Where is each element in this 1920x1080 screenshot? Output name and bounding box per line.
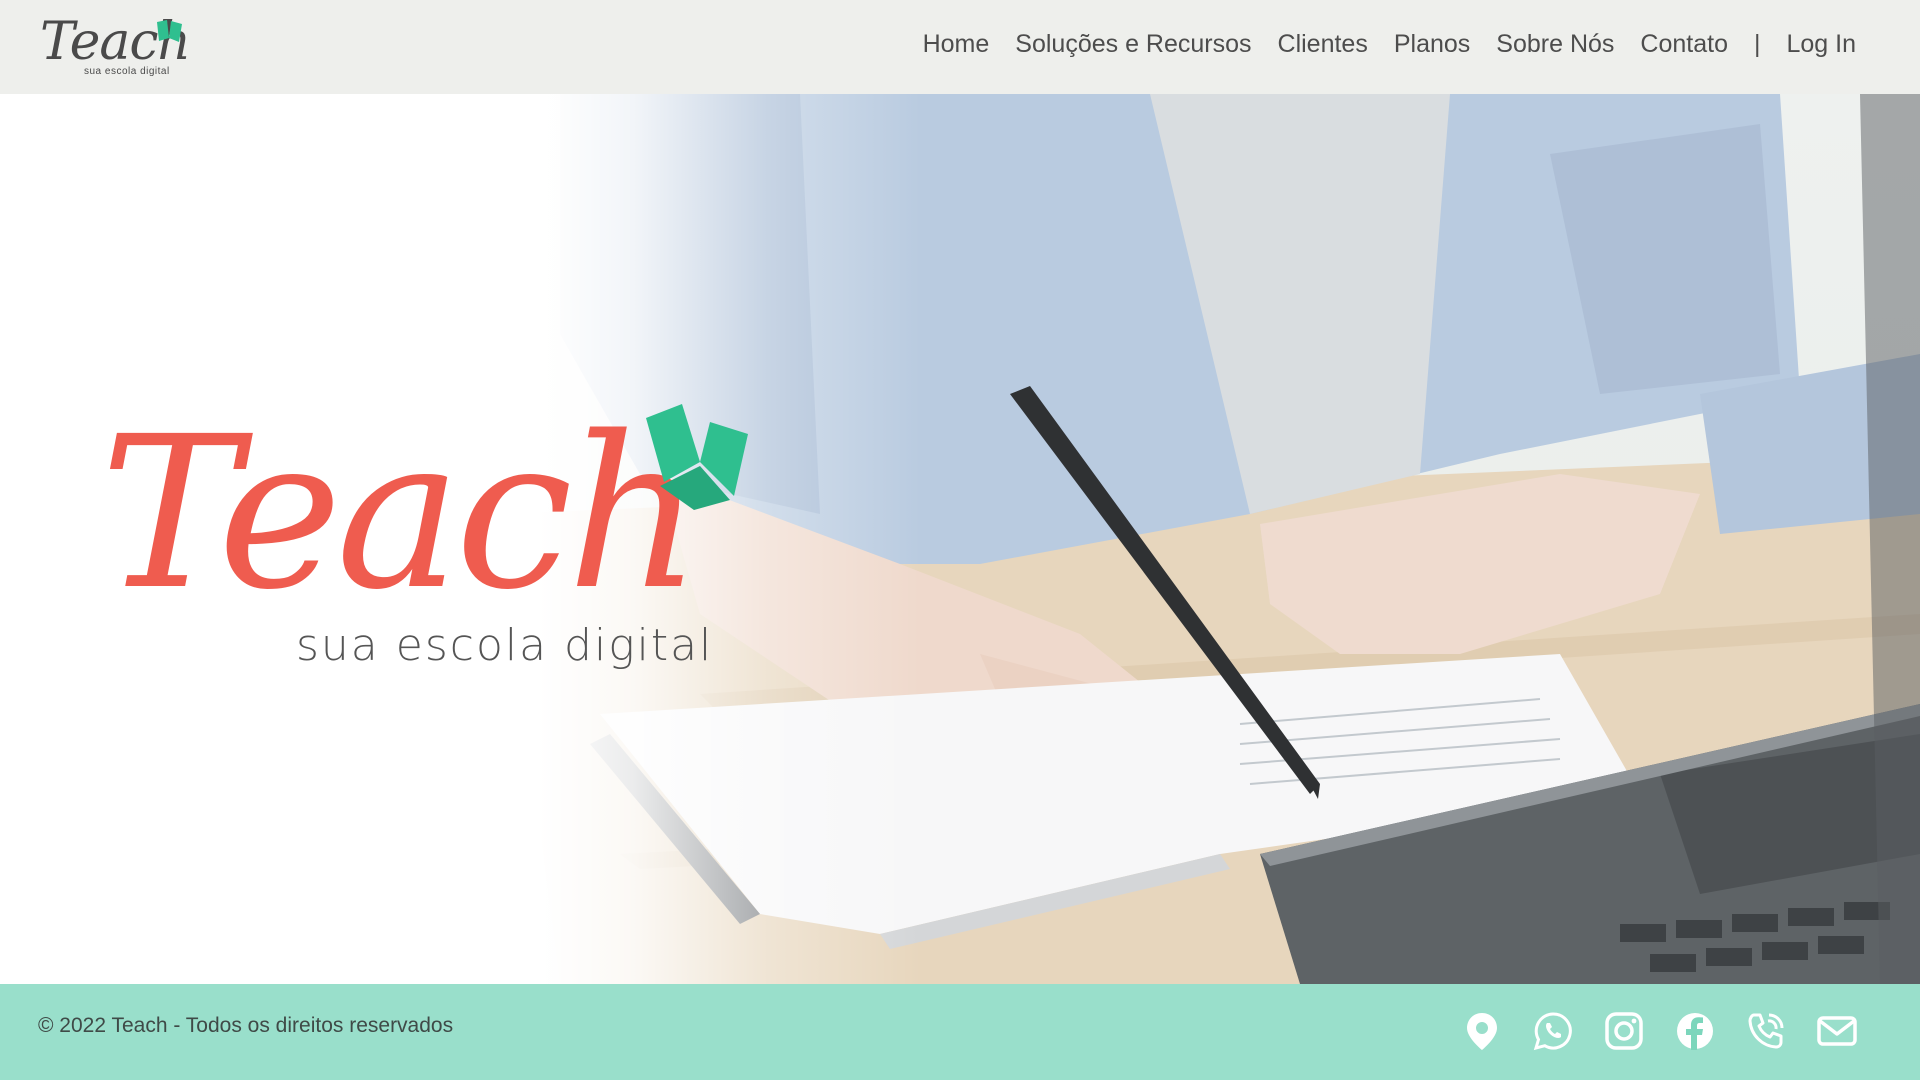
hero-logo-text: Teach <box>100 391 702 636</box>
facebook-icon[interactable] <box>1674 1010 1716 1052</box>
social-links <box>1432 1010 1858 1052</box>
book-icon <box>157 20 182 42</box>
instagram-icon[interactable] <box>1603 1010 1645 1052</box>
hero-banner: Teach sua escola digital <box>0 94 1920 984</box>
hero-logo: Teach sua escola digital <box>100 394 760 794</box>
nav-solucoes-recursos[interactable]: Soluções e Recursos <box>1015 26 1251 62</box>
main-nav: Home Soluções e Recursos Clientes Planos… <box>897 26 1856 62</box>
copyright-text: © 2022 Teach - Todos os direitos reserva… <box>38 1014 454 1037</box>
hero-logo-tagline: sua escola digital <box>296 620 714 671</box>
book-icon <box>646 404 748 510</box>
phone-icon[interactable] <box>1745 1010 1787 1052</box>
nav-separator: | <box>1753 30 1761 58</box>
email-icon[interactable] <box>1816 1010 1858 1052</box>
location-pin-icon[interactable] <box>1461 1010 1503 1052</box>
nav-login[interactable]: Log In <box>1786 26 1856 62</box>
whatsapp-icon[interactable] <box>1532 1010 1574 1052</box>
nav-home[interactable]: Home <box>923 26 990 62</box>
header-logo[interactable]: Teach sua escola digital <box>40 12 191 80</box>
nav-sobre-nos[interactable]: Sobre Nós <box>1496 26 1614 62</box>
top-navbar: Teach sua escola digital Home Soluções e… <box>0 0 1920 94</box>
header-logo-tagline: sua escola digital <box>84 66 170 77</box>
nav-contato[interactable]: Contato <box>1640 26 1728 62</box>
nav-planos[interactable]: Planos <box>1394 26 1470 62</box>
nav-clientes[interactable]: Clientes <box>1278 26 1368 62</box>
footer-bar: © 2022 Teach - Todos os direitos reserva… <box>0 984 1920 1080</box>
